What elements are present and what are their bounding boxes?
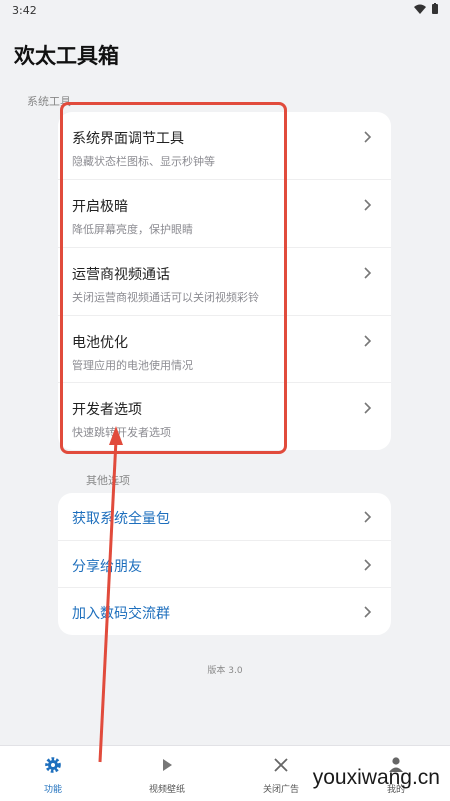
row-title: 开发者选项 bbox=[72, 402, 142, 418]
row-title: 开启极暗 bbox=[72, 199, 128, 215]
section-label-other: 其他选项 bbox=[86, 474, 130, 487]
nav-label: 功能 bbox=[43, 785, 62, 795]
get-full-package-row[interactable]: 获取系统全量包 bbox=[58, 493, 391, 541]
battery-optimization-row[interactable]: 电池优化 管理应用的电池使用情况 bbox=[58, 316, 391, 383]
row-title: 获取系统全量包 bbox=[72, 511, 170, 527]
play-icon bbox=[163, 759, 172, 771]
row-title: 运营商视频通话 bbox=[72, 267, 170, 283]
share-with-friends-row[interactable]: 分享给朋友 bbox=[58, 541, 391, 588]
row-subtitle: 降低屏幕亮度，保护眼睛 bbox=[72, 223, 193, 236]
system-ui-tuner-row[interactable]: 系统界面调节工具 隐藏状态栏图标、显示秒钟等 bbox=[58, 112, 391, 180]
section-label-system: 系统工具 bbox=[27, 95, 71, 108]
battery-icon bbox=[432, 3, 438, 14]
chevron-right-icon bbox=[364, 335, 372, 347]
nav-tab-functions[interactable]: 功能 bbox=[3, 746, 103, 801]
row-subtitle: 关闭运营商视频通话可以关闭视频彩铃 bbox=[72, 291, 259, 304]
chevron-right-icon bbox=[364, 131, 372, 143]
join-group-row[interactable]: 加入数码交流群 bbox=[58, 588, 391, 635]
carrier-video-call-row[interactable]: 运营商视频通话 关闭运营商视频通话可以关闭视频彩铃 bbox=[58, 248, 391, 316]
status-bar: 3:42 bbox=[0, 0, 450, 22]
row-title: 系统界面调节工具 bbox=[72, 131, 184, 147]
chevron-right-icon bbox=[364, 199, 372, 211]
row-title: 电池优化 bbox=[72, 335, 128, 351]
status-time: 3:42 bbox=[12, 4, 37, 17]
row-title: 加入数码交流群 bbox=[72, 606, 170, 622]
status-icons bbox=[414, 3, 438, 14]
version-label: 版本 3.0 bbox=[207, 666, 243, 676]
nav-tab-video-wallpaper[interactable]: 视频壁纸 bbox=[117, 746, 217, 801]
row-title: 分享给朋友 bbox=[72, 559, 142, 575]
other-options-card: 获取系统全量包 分享给朋友 加入数码交流群 bbox=[58, 493, 391, 635]
chevron-right-icon bbox=[364, 559, 372, 571]
watermark-text: youxiwang.cn bbox=[312, 766, 440, 789]
system-tools-card: 系统界面调节工具 隐藏状态栏图标、显示秒钟等 开启极暗 降低屏幕亮度，保护眼睛 … bbox=[58, 112, 391, 450]
chevron-right-icon bbox=[364, 402, 372, 414]
row-subtitle: 隐藏状态栏图标、显示秒钟等 bbox=[72, 155, 215, 168]
gear-icon bbox=[45, 757, 61, 773]
row-subtitle: 管理应用的电池使用情况 bbox=[72, 359, 193, 372]
chevron-right-icon bbox=[364, 606, 372, 618]
wifi-icon bbox=[414, 4, 426, 14]
close-icon bbox=[274, 758, 288, 772]
row-subtitle: 快速跳转开发者选项 bbox=[72, 426, 171, 439]
extra-dim-row[interactable]: 开启极暗 降低屏幕亮度，保护眼睛 bbox=[58, 180, 391, 248]
developer-options-row[interactable]: 开发者选项 快速跳转开发者选项 bbox=[58, 383, 391, 450]
app-title: 欢太工具箱 bbox=[14, 44, 119, 68]
chevron-right-icon bbox=[364, 511, 372, 523]
nav-label: 视频壁纸 bbox=[148, 785, 185, 795]
chevron-right-icon bbox=[364, 267, 372, 279]
